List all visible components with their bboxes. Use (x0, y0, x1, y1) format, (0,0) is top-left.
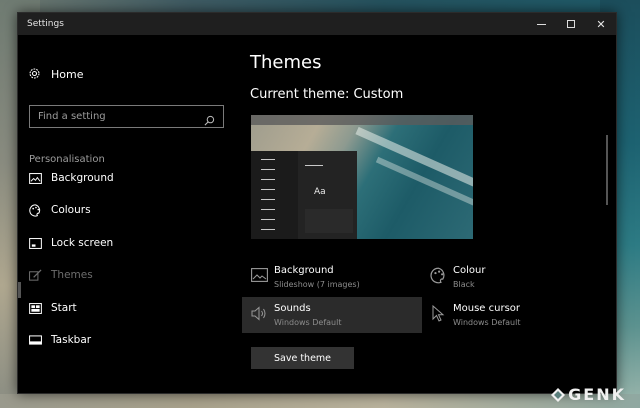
setting-sounds[interactable]: Sounds Windows Default (242, 297, 422, 333)
preview-line (261, 199, 275, 200)
close-button[interactable]: ✕ (586, 13, 616, 35)
wallpaper-bottom (0, 394, 640, 408)
maximize-icon (567, 20, 575, 28)
setting-value: Slideshow (7 images) (274, 280, 360, 289)
preview-line (261, 169, 275, 170)
sidebar-item-label: Taskbar (51, 334, 92, 346)
setting-background[interactable]: Background Slideshow (7 images) (250, 259, 420, 295)
setting-title: Colour (453, 265, 486, 276)
lock-screen-icon (28, 236, 42, 250)
close-icon: ✕ (596, 17, 606, 31)
setting-value: Black (453, 280, 475, 289)
image-icon (28, 171, 42, 185)
settings-window: Settings ✕ Home Personalisation Backgrou… (17, 12, 617, 394)
sidebar: Home Personalisation Background Colours (18, 35, 233, 393)
page-title: Themes (250, 52, 322, 73)
preview-line (305, 165, 323, 166)
watermark-text: GENK (568, 385, 626, 404)
taskbar-icon (28, 333, 42, 347)
window-title: Settings (27, 19, 64, 29)
maximize-button[interactable] (556, 13, 586, 35)
search-box[interactable] (29, 105, 224, 128)
sidebar-item-colours[interactable]: Colours (28, 200, 223, 220)
save-theme-button[interactable]: Save theme (251, 347, 354, 369)
preview-line (261, 159, 275, 160)
preview-sample-text: Aa (314, 187, 326, 197)
preview-titlebar (251, 115, 473, 125)
palette-icon (28, 203, 42, 217)
search-icon[interactable] (204, 111, 215, 130)
search-input[interactable] (38, 111, 198, 122)
setting-title: Sounds (274, 303, 311, 314)
sidebar-home-label: Home (51, 67, 84, 81)
setting-title: Mouse cursor (453, 303, 521, 314)
theme-preview: Aa (251, 115, 473, 239)
sidebar-item-label: Colours (51, 204, 91, 216)
preview-wave (375, 156, 473, 220)
setting-value: Windows Default (453, 318, 521, 327)
brush-icon (28, 268, 42, 282)
watermark-logo: GENK (551, 385, 626, 404)
preview-sidebar (251, 151, 298, 239)
sidebar-item-label: Lock screen (51, 237, 114, 249)
preview-line (261, 189, 275, 190)
preview-line (261, 179, 275, 180)
preview-wave (355, 126, 473, 192)
sidebar-item-home[interactable]: Home (28, 67, 83, 81)
speaker-icon (250, 304, 268, 322)
sidebar-item-start[interactable]: Start (28, 298, 223, 318)
cursor-icon (429, 304, 447, 322)
minimize-button[interactable] (526, 13, 556, 35)
gear-icon (28, 67, 42, 81)
title-bar[interactable]: Settings ✕ (18, 13, 616, 35)
sidebar-item-label: Start (51, 302, 77, 314)
logo-mark-icon (551, 387, 566, 402)
setting-title: Background (274, 265, 334, 276)
setting-value: Windows Default (274, 318, 342, 327)
start-icon (28, 301, 42, 315)
preview-line (261, 219, 275, 220)
section-label-personalisation: Personalisation (29, 154, 105, 165)
main-content: Themes Current theme: Custom Aa Backgrou… (242, 35, 610, 393)
preview-swatch (305, 209, 353, 233)
sidebar-item-lock-screen[interactable]: Lock screen (28, 233, 223, 253)
preview-line (261, 229, 275, 230)
sidebar-item-label: Background (51, 172, 114, 184)
preview-line (261, 209, 275, 210)
sidebar-item-label: Themes (51, 269, 93, 281)
active-indicator (18, 282, 21, 298)
setting-colour[interactable]: Colour Black (429, 259, 599, 295)
image-icon (250, 266, 268, 284)
sidebar-item-background[interactable]: Background (28, 168, 223, 188)
current-theme-heading: Current theme: Custom (250, 87, 404, 102)
scrollbar[interactable] (606, 135, 608, 205)
minimize-icon (536, 23, 546, 25)
sidebar-item-themes[interactable]: Themes (28, 265, 223, 285)
sidebar-item-taskbar[interactable]: Taskbar (28, 330, 223, 350)
preview-window: Aa (251, 151, 357, 239)
palette-icon (429, 266, 447, 284)
setting-mouse-cursor[interactable]: Mouse cursor Windows Default (429, 297, 599, 333)
